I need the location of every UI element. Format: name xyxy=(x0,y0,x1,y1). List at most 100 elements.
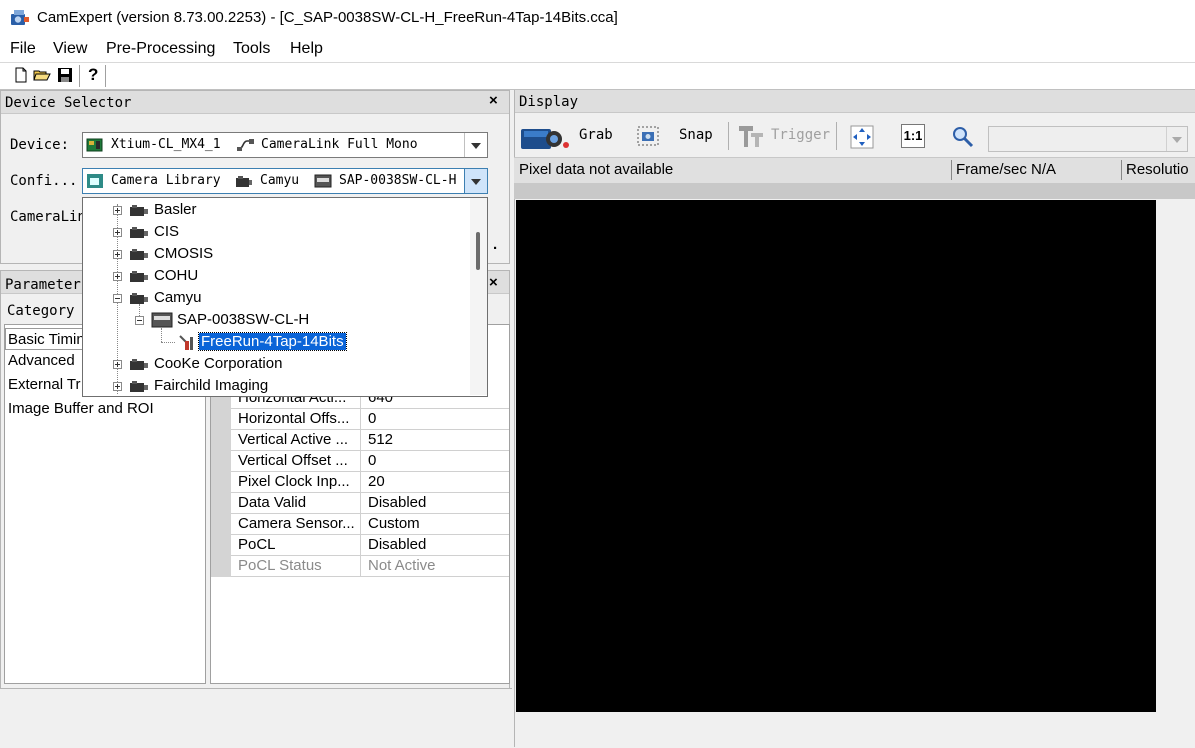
tree-vendor-camyu[interactable]: Camyu xyxy=(154,289,202,306)
camera-model-icon xyxy=(314,174,332,188)
tree-scrollbar-thumb[interactable] xyxy=(476,232,480,270)
snap-icon[interactable] xyxy=(636,125,660,147)
camera-vendor-icon xyxy=(130,205,148,216)
param-value[interactable]: Disabled xyxy=(360,535,426,556)
camera-vendor-icon xyxy=(130,381,148,392)
camera-vendor-icon xyxy=(236,176,252,187)
config-tree-dropdown[interactable]: Basler CIS CMOSIS COHU Camyu SAP-0038SW-… xyxy=(82,197,488,397)
menu-bar: File View Pre-Processing Tools Help xyxy=(0,36,1195,62)
image-view[interactable] xyxy=(516,200,1156,712)
toolbar-separator xyxy=(836,122,837,150)
expand-icon[interactable] xyxy=(113,382,122,391)
param-row[interactable]: Camera Sensor... Custom xyxy=(211,514,509,535)
pixel-info-text: Pixel data not available xyxy=(519,161,674,178)
param-name: PoCL Status xyxy=(238,557,322,574)
param-value[interactable]: 512 xyxy=(360,430,393,451)
config-combo[interactable]: Camera Library Camyu SAP-0038SW-CL-H xyxy=(82,168,488,194)
menu-view[interactable]: View xyxy=(53,40,87,58)
frame-grabber-board-icon xyxy=(86,138,103,152)
new-file-icon[interactable] xyxy=(12,66,30,84)
snap-button[interactable]: Snap xyxy=(679,127,713,143)
category-item-label: Basic Timing xyxy=(8,331,94,348)
expand-icon[interactable] xyxy=(113,360,122,369)
param-value[interactable]: 0 xyxy=(360,451,376,472)
param-value[interactable]: Custom xyxy=(360,514,420,535)
config-label: Confi... xyxy=(10,173,78,189)
info-divider xyxy=(951,160,952,180)
collapse-icon[interactable] xyxy=(135,316,144,325)
window-title: CamExpert (version 8.73.00.2253) - [C_SA… xyxy=(37,9,618,26)
tree-config-selected[interactable]: FreeRun-4Tap-14Bits xyxy=(198,332,347,351)
category-header: Category xyxy=(7,303,75,319)
tree-scrollbar[interactable] xyxy=(470,198,487,395)
cameralink-cable-icon xyxy=(237,139,254,151)
param-name: Data Valid xyxy=(238,494,307,511)
open-folder-icon[interactable] xyxy=(33,66,51,84)
menu-help[interactable]: Help xyxy=(290,40,323,58)
expand-icon[interactable] xyxy=(113,272,122,281)
config-dropdown-button[interactable] xyxy=(464,169,487,193)
param-row[interactable]: Pixel Clock Inp... 20 xyxy=(211,472,509,493)
device-dropdown-button[interactable] xyxy=(464,133,487,157)
toolbar-separator xyxy=(105,65,106,87)
device-selector-title: Device Selector xyxy=(5,95,132,111)
grab-camera-icon[interactable] xyxy=(520,123,570,153)
cameralink-label: CameraLin xyxy=(10,209,86,225)
trigger-button: Trigger xyxy=(771,127,831,143)
help-icon[interactable]: ? xyxy=(88,65,98,84)
param-row[interactable]: Horizontal Offs... 0 xyxy=(211,409,509,430)
param-value[interactable]: Disabled xyxy=(360,493,426,514)
tree-model[interactable]: SAP-0038SW-CL-H xyxy=(177,311,309,328)
left-status-area xyxy=(0,688,512,748)
param-name: Camera Sensor... xyxy=(238,515,355,532)
param-row[interactable]: Vertical Offset ... 0 xyxy=(211,451,509,472)
tree-vendor-cohu[interactable]: COHU xyxy=(154,267,198,284)
menu-pre-processing[interactable]: Pre-Processing xyxy=(106,40,215,58)
tree-vendor-cooke[interactable]: CooKe Corporation xyxy=(154,355,282,372)
save-icon[interactable] xyxy=(56,66,74,84)
camera-vendor-icon xyxy=(130,271,148,282)
chevron-down-icon xyxy=(471,179,481,185)
tree-vendor-fairchild[interactable]: Fairchild Imaging xyxy=(154,377,268,394)
toolbar-separator xyxy=(728,122,729,150)
camexpert-app-icon xyxy=(11,10,29,25)
param-row[interactable]: Data Valid Disabled xyxy=(211,493,509,514)
param-row[interactable]: Vertical Active ... 512 xyxy=(211,430,509,451)
grab-button[interactable]: Grab xyxy=(579,127,613,143)
param-row: PoCL Status Not Active xyxy=(211,556,509,577)
param-value[interactable]: 0 xyxy=(360,409,376,430)
parameters-close-button[interactable]: × xyxy=(489,274,498,291)
zoom-one-to-one-button[interactable]: 1:1 xyxy=(901,124,925,148)
category-item-external-trigger[interactable]: External Tr xyxy=(8,376,81,393)
param-value[interactable]: 20 xyxy=(360,472,385,493)
tree-vendor-basler[interactable]: Basler xyxy=(154,201,197,218)
collapse-icon[interactable] xyxy=(113,294,122,303)
info-divider xyxy=(1121,160,1122,180)
tree-vendor-cmosis[interactable]: CMOSIS xyxy=(154,245,213,262)
menu-file[interactable]: File xyxy=(10,40,36,58)
expand-icon[interactable] xyxy=(113,228,122,237)
config-file-icon xyxy=(179,335,193,350)
param-value: Not Active xyxy=(360,556,436,577)
tree-vendor-cis[interactable]: CIS xyxy=(154,223,179,240)
title-bar: CamExpert (version 8.73.00.2253) - [C_SA… xyxy=(0,0,1195,36)
camera-vendor-icon xyxy=(130,359,148,370)
param-row[interactable]: PoCL Disabled xyxy=(211,535,509,556)
category-item-advanced[interactable]: Advanced xyxy=(8,352,75,369)
expand-icon[interactable] xyxy=(113,206,122,215)
device-board-name: Xtium-CL_MX4_1 xyxy=(111,137,221,152)
fit-to-window-icon[interactable] xyxy=(849,124,875,150)
zoom-select-arrow[interactable] xyxy=(1166,127,1187,151)
param-name: Vertical Active ... xyxy=(238,431,349,448)
menu-tools[interactable]: Tools xyxy=(233,40,270,58)
category-item-image-buffer-roi[interactable]: Image Buffer and ROI xyxy=(8,400,154,417)
expand-icon[interactable] xyxy=(113,250,122,259)
camera-vendor-icon xyxy=(130,249,148,260)
zoom-select[interactable] xyxy=(988,126,1188,152)
device-selector-close-button[interactable]: × xyxy=(489,92,498,109)
zoom-magnifier-icon[interactable] xyxy=(952,126,974,148)
display-header: Display xyxy=(515,90,1195,113)
chevron-down-icon xyxy=(1172,137,1182,143)
tree-guide-line xyxy=(161,342,175,344)
device-combo[interactable]: Xtium-CL_MX4_1 CameraLink Full Mono xyxy=(82,132,488,158)
